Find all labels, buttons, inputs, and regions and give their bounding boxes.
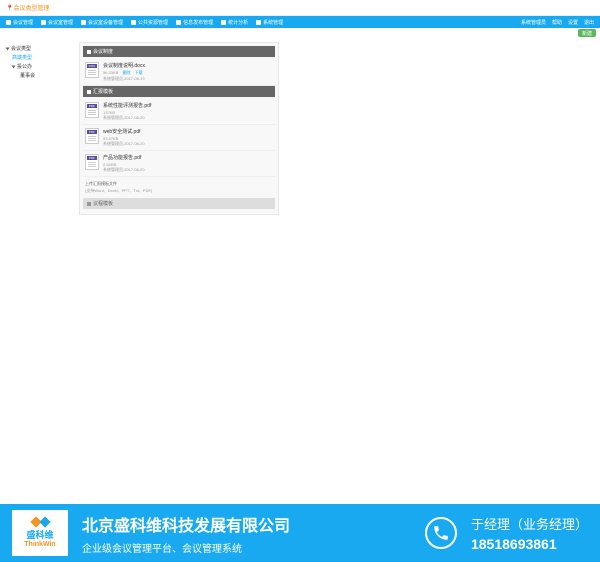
nav-icon	[81, 20, 86, 25]
company-logo: 盛科维 ThinkWin	[12, 510, 68, 556]
nav-room-mgmt[interactable]: 会议室管理	[41, 19, 73, 26]
caret-icon	[12, 65, 16, 68]
nav-room-device-mgmt[interactable]: 会议室设备管理	[81, 19, 123, 26]
settings-link[interactable]: 设置	[568, 19, 578, 26]
download-link[interactable]: 下载	[135, 70, 143, 75]
contact-phone: 18518693861	[471, 536, 588, 552]
company-subtitle: 企业级会议管理平台、会议管理系统	[82, 540, 411, 555]
logout-link[interactable]: 退出	[584, 19, 594, 26]
nav-meeting-mgmt[interactable]: 会议管理	[6, 19, 33, 26]
file-panel: 会议制度 DOC 会议制度说明.docx 56.33KB 删除	[79, 42, 279, 215]
doc-icon	[87, 202, 91, 206]
nav-icon	[41, 20, 46, 25]
nav-system[interactable]: 系统管理	[256, 19, 283, 26]
file-name: 会议制度说明.docx	[103, 62, 273, 69]
phone-icon	[425, 517, 457, 549]
footer-banner: 盛科维 ThinkWin 北京盛科维科技发展有限公司 企业级会议管理平台、会议管…	[0, 504, 600, 562]
file-uploader: 系统管理员,2017-06-20	[103, 141, 273, 147]
file-row[interactable]: PDF 系统性能评测报告.pdf 137KB 系统管理员,2017-06-20	[83, 99, 275, 125]
tree-item-office[interactable]: 投公办	[4, 62, 71, 71]
nav-icon	[6, 20, 11, 25]
sidebar-tree: 会议类型 高端类型 投公办 董事会	[0, 38, 75, 403]
tree-item-highend[interactable]: 高端类型	[4, 53, 71, 62]
file-name: 系统性能评测报告.pdf	[103, 102, 273, 109]
section-header-template: 汇报模板	[83, 86, 275, 97]
nav-icon	[221, 20, 226, 25]
caret-icon	[6, 47, 10, 50]
company-info: 北京盛科维科技发展有限公司 企业级会议管理平台、会议管理系统	[82, 512, 411, 555]
upload-hint[interactable]: 上传汇报模板文件 (支持Word、Excel、PPT、Txt、PDF)	[83, 177, 275, 198]
nav-info-publish[interactable]: 信息发布管理	[176, 19, 213, 26]
file-uploader: 系统管理员,2017-06-20	[103, 167, 273, 173]
add-button[interactable]: 新建	[578, 29, 596, 37]
file-uploader: 系统管理员,2017-06-19	[103, 76, 273, 82]
doc-icon	[87, 90, 91, 94]
content-area: 会议制度 DOC 会议制度说明.docx 56.33KB 删除	[75, 38, 600, 403]
file-type-icon: DOC	[85, 62, 99, 78]
nav-stats[interactable]: 统计分析	[221, 19, 248, 26]
breadcrumb: 📍会议类型管理	[0, 0, 600, 16]
nav-left: 会议管理 会议室管理 会议室设备管理 公共资源管理 信息发布管理 统计分析 系统…	[6, 19, 283, 26]
help-link[interactable]: 帮助	[552, 19, 562, 26]
doc-icon	[87, 50, 91, 54]
top-nav: 会议管理 会议室管理 会议室设备管理 公共资源管理 信息发布管理 统计分析 系统…	[0, 16, 600, 28]
nav-public-resource[interactable]: 公共资源管理	[131, 19, 168, 26]
user-label[interactable]: 系统管理员	[521, 19, 546, 26]
file-row[interactable]: PDF 产品功能报告.pdf 2.54KB 系统管理员,2017-06-20	[83, 151, 275, 177]
section-header-policy: 会议制度	[83, 46, 275, 57]
nav-icon	[131, 20, 136, 25]
breadcrumb-text: 会议类型管理	[13, 6, 49, 12]
company-name: 北京盛科维科技发展有限公司	[82, 512, 411, 536]
nav-right: 系统管理员 帮助 设置 退出	[521, 19, 594, 26]
sub-bar: 新建	[0, 28, 600, 38]
file-row[interactable]: DOC 会议制度说明.docx 56.33KB 删除 下载	[83, 59, 275, 86]
nav-icon	[256, 20, 261, 25]
file-row[interactable]: PDF web安全测试.pdf 93.57KB 系统管理员,2017-06-20	[83, 125, 275, 151]
delete-link[interactable]: 删除	[122, 70, 130, 75]
section-header-agenda: 议程模板	[83, 198, 275, 209]
tree-item-board[interactable]: 董事会	[4, 71, 71, 80]
file-type-icon: PDF	[85, 154, 99, 170]
file-uploader: 系统管理员,2017-06-20	[103, 115, 273, 121]
contact-info: 于经理（业务经理） 18518693861	[471, 514, 588, 552]
nav-icon	[176, 20, 181, 25]
tree-root[interactable]: 会议类型	[4, 44, 71, 53]
file-name: web安全测试.pdf	[103, 128, 273, 135]
file-type-icon: PDF	[85, 102, 99, 118]
file-name: 产品功能报告.pdf	[103, 154, 273, 161]
file-type-icon: PDF	[85, 128, 99, 144]
contact-name: 于经理（业务经理）	[471, 514, 588, 533]
